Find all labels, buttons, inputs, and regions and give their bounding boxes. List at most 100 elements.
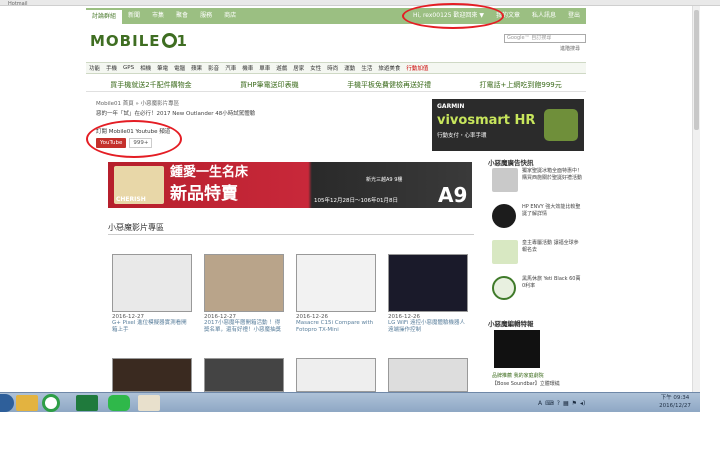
logout-link[interactable]: 登出 <box>562 8 586 24</box>
video-card[interactable]: 2016-12-26 LG WiFi 遠控小惡魔體驗機器人遠端操作控制 <box>388 254 468 334</box>
ad-garmin[interactable]: GARMIN vivosmart HR 行動支付・心率手環 <box>432 99 584 151</box>
keyboard-icon[interactable]: ⌨ <box>545 400 554 407</box>
annotation-circle-subscribe <box>86 120 182 158</box>
line-icon[interactable] <box>108 395 130 411</box>
ad-banner-cherish[interactable]: 鍾愛一生名床 新品特賣 CHERISH 新光三越A9 9樓 105年12月28日… <box>108 162 472 208</box>
cat-item[interactable]: 汽車 <box>225 64 236 72</box>
chrome-icon[interactable] <box>42 394 60 412</box>
video-card[interactable]: 2016-12-27 G+ Pixel 進位模擬器實測看開箱上手 <box>112 254 192 334</box>
taskbar-clock[interactable]: 下午 09:34 2016/12/27 <box>652 394 698 412</box>
cat-item[interactable]: 蘋果 <box>191 64 202 72</box>
video-thumbnail[interactable] <box>204 254 284 312</box>
breadcrumb[interactable]: Mobile01 首頁 » 小惡魔影片專區 <box>96 99 179 107</box>
cat-item[interactable]: 相機 <box>140 64 151 72</box>
cat-item[interactable]: 旅遊美食 <box>378 64 400 72</box>
video-thumbnail-next[interactable] <box>296 358 376 392</box>
video-card[interactable]: 2016-12-26 Masacre C15i Compare with Fot… <box>296 254 376 334</box>
sidebar-caption[interactable]: 【Bose Soundbar】立體環繞 <box>492 380 560 387</box>
page-scrollbar[interactable] <box>692 6 700 392</box>
cat-item[interactable]: 生活 <box>361 64 372 72</box>
cat-item[interactable]: 運動 <box>344 64 355 72</box>
scroll-thumb[interactable] <box>694 10 699 130</box>
cat-item[interactable]: GPS <box>123 65 134 71</box>
video-title[interactable]: LG WiFi 遠控小惡魔體驗機器人遠端操作控制 <box>388 320 468 334</box>
advanced-search-link[interactable]: 進階搜尋 <box>560 45 580 52</box>
logo-zero-ring <box>161 33 177 48</box>
start-button[interactable] <box>0 394 14 412</box>
video-thumbnail[interactable] <box>388 254 468 312</box>
headline-link[interactable]: 惡的一年「試」在必行！2017 New Outlander 48小時試駕體驗 <box>96 109 255 117</box>
promo-links: 買手機就送2千配件購物金 買HP筆電送印表機 手機平板免費健檢再送好禮 打電話+… <box>86 78 586 92</box>
cat-item[interactable]: 影音 <box>208 64 219 72</box>
promo-link[interactable]: 買手機就送2千配件購物金 <box>110 78 191 91</box>
annotation-circle-user <box>402 3 504 29</box>
cat-item[interactable]: 單車 <box>259 64 270 72</box>
promo-link[interactable]: 買HP筆電送印表機 <box>240 78 299 91</box>
garmin-brand: GARMIN <box>437 103 465 110</box>
cat-item[interactable]: 行動加值 <box>406 64 428 72</box>
video-thumbnail-next[interactable] <box>112 358 192 392</box>
clock-date: 2016/12/27 <box>659 403 691 409</box>
bookmark-item[interactable]: Hotmail <box>8 1 28 7</box>
browser-bookmark-strip: Hotmail <box>0 0 720 7</box>
speaker-icon[interactable]: ◂) <box>580 400 585 407</box>
sidebar-title-editor: 小惡魔編輯特報 <box>488 320 534 328</box>
cat-item[interactable]: 居家 <box>293 64 304 72</box>
video-title[interactable]: 2017小惡魔年曆開箱活動 ！得獎名單，還有好禮！小惡魔抽獎 <box>204 320 284 334</box>
sidebar-ad-text[interactable]: 皇主專屬活動 讓福全球參 報名去 <box>522 240 582 253</box>
garmin-product: vivosmart HR <box>437 113 536 128</box>
site-logo[interactable]: MOBILE 1 <box>90 32 188 50</box>
topnav-store[interactable]: 商店 <box>218 8 242 24</box>
screen: Hotmail 討論群組 新聞 市集 聚會 服務 商店 Hi, rex00125… <box>0 0 720 450</box>
sidebar-ad-text[interactable]: 黑馬休旅 Yeti Black 60萬0利率 <box>522 276 582 289</box>
site-top-bar: 討論群組 新聞 市集 聚會 服務 商店 Hi, rex00125 歡迎回來 ▼ … <box>86 8 586 24</box>
language-indicator[interactable]: A <box>538 400 542 407</box>
topnav-market[interactable]: 市集 <box>146 8 170 24</box>
system-tray: A ⌨ ? ▦ ⚑ ◂) <box>538 395 648 411</box>
video-thumbnail[interactable] <box>112 254 192 312</box>
cat-item[interactable]: 時尚 <box>327 64 338 72</box>
cat-item[interactable]: 筆電 <box>157 64 168 72</box>
sidebar-caption[interactable]: 品牌推薦 我的家庭劇院 <box>492 372 544 379</box>
file-explorer-icon[interactable] <box>16 395 38 411</box>
video-title[interactable]: Masacre C15i Compare with Fotopro TX-Min… <box>296 320 376 334</box>
sidebar-ad-text[interactable]: HP ENVY 強大效能比較聖誕了解詳情 <box>522 204 582 217</box>
video-title[interactable]: G+ Pixel 進位模擬器實測看開箱上手 <box>112 320 192 334</box>
excel-icon[interactable] <box>76 395 98 411</box>
clock-time: 下午 09:34 <box>660 395 690 401</box>
banner-date: 105年12月28日～106年01月8日 <box>314 198 398 204</box>
people-icon <box>492 240 518 264</box>
help-icon[interactable]: ? <box>557 400 560 407</box>
topnav-service[interactable]: 服務 <box>194 8 218 24</box>
sidebar-ad-item[interactable]: HP ENVY 強大效能比較聖誕了解詳情 <box>492 202 584 232</box>
sidebar-ad-item[interactable]: 獨家聖誕冰箱全面特惠中！購買西施關於聖誕好禮活動 <box>492 166 584 196</box>
banner-headline: 鍾愛一生名床 <box>170 165 249 180</box>
cat-item[interactable]: 手機 <box>106 64 117 72</box>
video-thumbnail[interactable] <box>296 254 376 312</box>
cat-item[interactable]: 遊戲 <box>276 64 287 72</box>
soundbar-image[interactable] <box>494 330 540 368</box>
messages-link[interactable]: 私人訊息 <box>526 8 562 24</box>
cat-item[interactable]: 機車 <box>242 64 253 72</box>
topnav-forum[interactable]: 討論群組 <box>86 10 123 24</box>
sidebar-ad-item[interactable]: 黑馬休旅 Yeti Black 60萬0利率 <box>492 274 584 304</box>
paint-icon[interactable] <box>138 395 160 411</box>
sidebar-ad-text[interactable]: 獨家聖誕冰箱全面特惠中！購買西施關於聖誕好禮活動 <box>522 168 582 181</box>
promo-link[interactable]: 手機平板免費健檢再送好禮 <box>347 78 431 91</box>
video-card[interactable]: 2016-12-27 2017小惡魔年曆開箱活動 ！得獎名單，還有好禮！小惡魔抽… <box>204 254 284 334</box>
promo-link[interactable]: 打電話+上網吃到飽999元 <box>480 78 562 91</box>
section-divider <box>108 234 474 235</box>
cat-item[interactable]: 功能 <box>89 64 100 72</box>
garmin-tagline: 行動支付・心率手環 <box>437 133 487 139</box>
search-input[interactable]: Google™ 自訂搜尋 <box>504 34 586 43</box>
banner-venue: 新光三越A9 9樓 <box>366 177 403 183</box>
cat-item[interactable]: 女性 <box>310 64 321 72</box>
video-thumbnail-next[interactable] <box>388 358 468 392</box>
cat-item[interactable]: 電腦 <box>174 64 185 72</box>
network-icon[interactable]: ▦ <box>563 400 569 407</box>
topnav-news[interactable]: 新聞 <box>122 8 146 24</box>
topnav-meetup[interactable]: 聚會 <box>170 8 194 24</box>
sidebar-ad-item[interactable]: 皇主專屬活動 讓福全球參 報名去 <box>492 238 584 268</box>
flag-icon[interactable]: ⚑ <box>572 400 577 407</box>
video-thumbnail-next[interactable] <box>204 358 284 392</box>
